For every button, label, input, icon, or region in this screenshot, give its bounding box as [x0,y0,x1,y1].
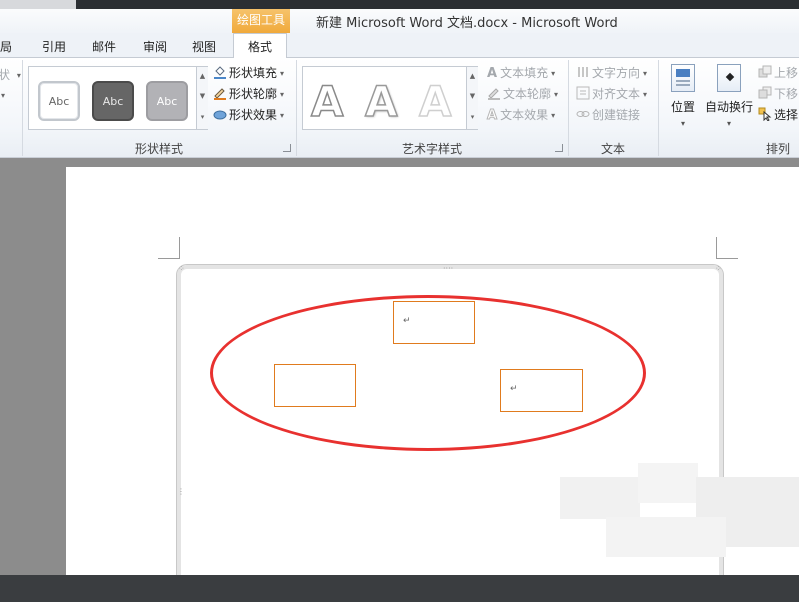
tab-review[interactable]: 审阅 [143,38,167,55]
text-outline-label: 文本轮廓 [503,87,552,101]
wrap-text-icon [717,64,741,92]
text-fill-icon: A [487,66,498,81]
gallery-more-icon[interactable]: ▾ [197,108,208,128]
clipped-command-fragment: 状 ▾ [0,68,21,82]
wrap-text-button[interactable]: 自动换行 ▾ [704,64,754,128]
group-separator [658,60,659,156]
wordart-styles-group-label: 艺术字样式 [401,142,462,156]
gallery-up-icon[interactable]: ▲ [197,67,208,87]
drawing-tools-context-header: 绘图工具 [232,9,290,33]
wordart-styles-launcher-icon[interactable] [555,144,563,152]
create-link-button[interactable]: 创建链接 [576,106,640,123]
text-outline-icon [488,88,500,100]
selection-pane-button[interactable]: 选择 [758,106,798,123]
shape-style-tile-gray[interactable]: Abc [146,81,188,121]
canvas-handle-top-left[interactable]: ⁘ [178,265,185,273]
wordart-gallery-scroll[interactable]: ▲ ▼ ▾ [466,67,478,129]
send-backward-label: 下移 [774,87,799,101]
position-label: 位置 [670,100,695,114]
text-fill-button[interactable]: A 文本填充 ▾ [487,64,555,81]
shape-styles-group-label: 形状样式 [134,142,183,156]
document-area[interactable]: ⁘ ···· ⁘ ⋮ ↵ ↵ [0,159,799,586]
shape-style-tile-dark[interactable]: Abc [92,81,134,121]
ribbon: 状 ▾ ▾ Abc Abc Abc ▲ ▼ ▾ 形状填充 ▾ 形状轮廓 ▾ 形状效果… [0,58,799,158]
blurred-watermark [638,463,698,503]
text-group-label: 文本 [600,142,625,156]
gallery-more-icon[interactable]: ▾ [467,108,478,128]
wrap-text-label: 自动换行 [704,100,753,114]
arrange-group-label: 排列 [765,142,790,156]
create-link-label: 创建链接 [592,108,641,122]
align-text-icon [576,86,590,100]
position-dropdown-icon: ▾ [680,119,685,128]
wordart-style-plain[interactable]: A [310,76,344,127]
shape-style-tile-white[interactable]: Abc [38,81,80,121]
send-backward-button[interactable]: 下移 [758,85,798,102]
wordart-style-light[interactable]: A [418,76,452,127]
gallery-down-icon[interactable]: ▼ [197,87,208,107]
tab-mailings[interactable]: 邮件 [92,38,116,55]
text-direction-icon [578,67,588,77]
gallery-scroll[interactable]: ▲ ▼ ▾ [196,67,208,129]
canvas-handle-top-right[interactable]: ⁘ [715,265,722,273]
bring-forward-icon [758,65,772,78]
wordart-gallery[interactable]: A A A ▲ ▼ ▾ [302,66,478,130]
text-fill-label: 文本填充 [500,66,549,80]
tab-references[interactable]: 引用 [42,38,66,55]
clipped-arrow: ▾ [1,91,6,100]
shape-outline-button[interactable]: 形状轮廓 ▾ [213,85,284,102]
shape-effects-button[interactable]: 形状效果 ▾ [213,106,284,123]
tab-view[interactable]: 视图 [192,38,216,55]
tab-format[interactable]: 格式 [233,33,288,59]
text-outline-button[interactable]: 文本轮廓 ▾ [487,85,558,102]
selection-pane-label: 选择 [774,108,799,122]
tab-layout[interactable]: 布局 [0,38,12,55]
shape-outline-label: 形状轮廓 [229,87,278,101]
bring-forward-label: 上移 [774,66,799,80]
window-top-strip [0,0,799,9]
wordart-style-shadow[interactable]: A [364,76,398,127]
send-backward-icon [758,86,772,99]
shape-fill-label: 形状填充 [229,66,278,80]
crop-mark-top-right [716,237,738,259]
title-bar: 绘图工具 新建 Microsoft Word 文档.docx - Microso… [0,0,799,36]
text-direction-label: 文字方向 [592,66,641,80]
wrap-dropdown-icon: ▾ [726,119,731,128]
bring-forward-button[interactable]: 上移 [758,64,798,81]
text-direction-button[interactable]: 文字方向 ▾ [576,64,647,81]
shape-fill-button[interactable]: 形状填充 ▾ [213,64,284,81]
red-highlight-ellipse [210,295,646,451]
text-effects-button[interactable]: A 文本效果 ▾ [486,106,555,124]
document-page[interactable]: ⁘ ···· ⁘ ⋮ ↵ ↵ [66,167,799,586]
gallery-down-icon[interactable]: ▼ [467,87,478,107]
gallery-up-icon[interactable]: ▲ [467,67,478,87]
text-effects-label: 文本效果 [500,108,549,122]
crop-mark-top-left [158,237,180,259]
position-button[interactable]: 位置 ▾ [664,64,702,128]
position-icon [671,64,695,92]
shape-effects-label: 形状效果 [229,108,278,122]
shape-styles-launcher-icon[interactable] [283,144,291,152]
align-text-button[interactable]: 对齐文本 ▾ [576,85,647,102]
canvas-handle-top-center[interactable]: ···· [443,265,453,273]
selection-pane-icon [758,107,772,121]
window-title: 新建 Microsoft Word 文档.docx - Microsoft Wo… [316,16,618,31]
canvas-handle-left-center[interactable]: ⋮ [177,488,185,496]
shape-styles-gallery[interactable]: Abc Abc Abc ▲ ▼ ▾ [28,66,208,130]
align-text-label: 对齐文本 [592,87,641,101]
pencil-icon [214,88,226,100]
shape-effects-icon [213,110,227,120]
bottom-dark-bar [0,575,799,602]
link-icon [576,111,590,117]
blurred-watermark [606,517,726,557]
blurred-watermark [560,477,640,519]
ribbon-tab-row: 布局 引用 邮件 审阅 视图 格式 [0,33,799,59]
text-effects-icon: A [486,108,498,124]
paint-bucket-icon [214,66,226,79]
